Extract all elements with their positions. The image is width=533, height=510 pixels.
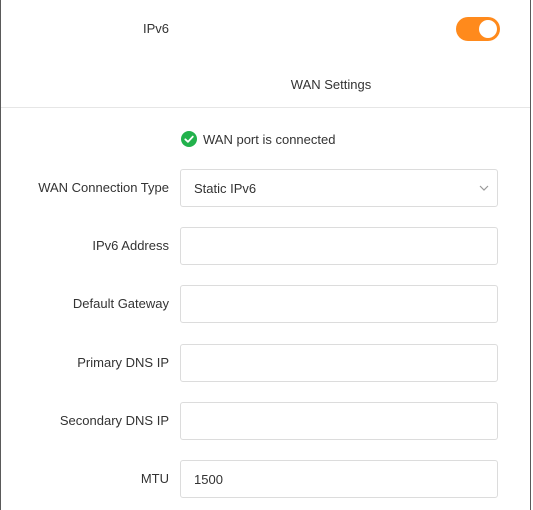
connection-type-row: WAN Connection Type Static IPv6 bbox=[1, 169, 530, 207]
mtu-row: MTU bbox=[1, 460, 530, 498]
section-title: WAN Settings bbox=[290, 77, 372, 92]
ipv6-label: IPv6 bbox=[142, 21, 169, 36]
default-gateway-label: Default Gateway bbox=[72, 296, 169, 311]
secondary-dns-label: Secondary DNS IP bbox=[59, 413, 169, 428]
default-gateway-input[interactable] bbox=[180, 285, 498, 323]
connection-status: WAN port is connected bbox=[181, 130, 335, 148]
chevron-down-icon bbox=[479, 185, 489, 191]
default-gateway-row: Default Gateway bbox=[1, 285, 530, 323]
secondary-dns-row: Secondary DNS IP bbox=[1, 402, 530, 440]
primary-dns-row: Primary DNS IP bbox=[1, 344, 530, 382]
secondary-dns-input[interactable] bbox=[180, 402, 498, 440]
connection-type-value: Static IPv6 bbox=[194, 181, 257, 196]
primary-dns-label: Primary DNS IP bbox=[77, 355, 169, 370]
mtu-label: MTU bbox=[140, 471, 169, 486]
ipv6-address-input[interactable] bbox=[180, 227, 498, 265]
ipv6-toggle[interactable] bbox=[456, 17, 500, 41]
connection-type-label: WAN Connection Type bbox=[38, 180, 169, 195]
primary-dns-input[interactable] bbox=[180, 344, 498, 382]
connection-type-select[interactable]: Static IPv6 bbox=[180, 169, 498, 207]
status-text: WAN port is connected bbox=[203, 131, 336, 147]
ipv6-address-label: IPv6 Address bbox=[92, 238, 169, 253]
mtu-input[interactable] bbox=[180, 460, 498, 498]
check-circle-icon bbox=[181, 131, 197, 147]
divider bbox=[1, 107, 530, 108]
wan-settings-panel: IPv6 WAN Settings WAN port is connected … bbox=[0, 0, 531, 510]
toggle-knob bbox=[479, 20, 497, 38]
ipv6-row: IPv6 bbox=[1, 12, 530, 46]
ipv6-address-row: IPv6 Address bbox=[1, 227, 530, 265]
